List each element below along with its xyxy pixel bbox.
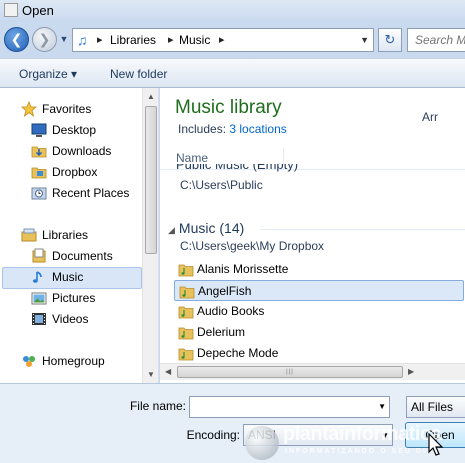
scrollbar-thumb[interactable]: |||: [177, 366, 403, 378]
music-folder-icon: [178, 327, 194, 340]
mouse-pointer-icon: [428, 433, 444, 456]
scroll-right-icon[interactable]: ▶: [408, 367, 414, 376]
scroll-up-icon[interactable]: ▲: [147, 92, 155, 101]
scroll-left-icon[interactable]: ◀: [165, 367, 171, 376]
locations-link[interactable]: 3 locations: [229, 122, 286, 136]
arrange-by-label[interactable]: Arr: [422, 110, 438, 124]
music-folder-icon: [178, 264, 194, 277]
music-folder-icon: [178, 306, 194, 319]
nav-label: Music: [52, 270, 84, 284]
list-item[interactable]: Alanis Morissette: [174, 259, 464, 280]
music-folder-path: C:\Users\geek\My Dropbox: [180, 239, 325, 253]
group-music-header[interactable]: ◢ Music (14): [168, 220, 244, 236]
encoding-label: Encoding:: [186, 428, 240, 442]
star-icon: [21, 101, 37, 117]
file-name-field[interactable]: [190, 397, 370, 417]
title-bar: Open: [0, 0, 465, 22]
breadcrumb-separator-icon[interactable]: ▸: [219, 32, 225, 48]
address-dropdown-icon[interactable]: ▼: [360, 32, 369, 48]
file-name: Alanis Morissette: [197, 262, 289, 276]
organize-button[interactable]: Organize ▾: [19, 67, 77, 81]
horizontal-scrollbar[interactable]: ◀ ||| ▶: [160, 363, 465, 380]
breadcrumb-separator-icon[interactable]: ▸: [97, 32, 103, 48]
list-item-selected[interactable]: AngelFish: [174, 280, 464, 301]
nav-label: Videos: [52, 312, 89, 326]
dialog-footer: File name: ▼ All Files Encoding: ANSI ▼ …: [0, 383, 465, 463]
music-note-icon: ♫: [77, 32, 88, 48]
dropbox-folder-icon: [31, 167, 47, 179]
window-icon: [4, 3, 18, 17]
recent-places-icon: [31, 187, 47, 200]
refresh-icon: ↻: [384, 32, 396, 47]
file-name-combo[interactable]: ▼: [189, 396, 390, 418]
address-bar[interactable]: ♫ ▸ Libraries ▸ Music ▸ ▼: [72, 28, 374, 52]
encoding-select[interactable]: ANSI ▼: [243, 424, 393, 446]
collapse-arrow-icon[interactable]: ◢: [168, 225, 175, 235]
music-folder-icon: [179, 286, 195, 299]
videos-icon: [32, 313, 46, 325]
forward-button[interactable]: ❯: [32, 27, 57, 52]
file-name-label: File name:: [129, 399, 186, 413]
library-title: Music library: [175, 97, 282, 118]
list-item[interactable]: Delerium: [174, 322, 464, 343]
scroll-down-icon[interactable]: ▼: [147, 370, 155, 379]
library-includes: Includes: 3 locations: [178, 122, 287, 136]
chevron-down-icon[interactable]: ▼: [381, 428, 389, 444]
desktop-icon: [31, 123, 47, 137]
address-row: ❮ ❯ ▼ ♫ ▸ Libraries ▸ Music ▸ ▼ ↻: [0, 22, 465, 58]
file-name: Audio Books: [197, 304, 265, 318]
encoding-value: ANSI: [248, 428, 277, 442]
back-arrow-icon: ❮: [10, 31, 23, 47]
group-music-title: Music (14): [178, 220, 245, 236]
file-name: AngelFish: [198, 284, 252, 298]
list-item[interactable]: Depeche Mode: [174, 343, 464, 364]
homegroup-icon: [23, 356, 35, 367]
nav-label: Desktop: [52, 123, 97, 137]
file-type-value: All Files: [411, 400, 454, 414]
navigation-pane: Favorites Desktop Downloads Dropbox Rece…: [0, 88, 159, 383]
nav-label: Downloads: [52, 144, 112, 158]
music-icon: [32, 271, 42, 283]
nav-label: Documents: [52, 249, 113, 263]
file-name: Depeche Mode: [197, 346, 279, 360]
nav-label: Pictures: [52, 291, 96, 305]
list-item[interactable]: Audio Books: [174, 301, 464, 322]
group-public-title: Public Music (Empty): [176, 164, 299, 172]
nav-label: Dropbox: [52, 165, 98, 179]
libraries-icon: [21, 228, 37, 242]
group-divider: [260, 229, 465, 230]
breadcrumb-music[interactable]: Music: [179, 32, 210, 48]
column-name-header[interactable]: Name: [176, 151, 208, 165]
chevron-down-icon[interactable]: ▼: [378, 399, 386, 415]
new-folder-button[interactable]: New folder: [110, 67, 167, 81]
breadcrumb-libraries[interactable]: Libraries: [110, 32, 156, 48]
breadcrumb-separator-icon[interactable]: ▸: [168, 32, 174, 48]
file-name: Delerium: [197, 325, 246, 339]
window-title: Open: [22, 3, 54, 18]
back-button[interactable]: ❮: [4, 27, 29, 52]
group-public-music[interactable]: Public Music (Empty): [176, 164, 356, 174]
search-box[interactable]: [407, 28, 465, 52]
pictures-icon: [31, 292, 47, 305]
command-bar: Organize ▾ New folder: [0, 58, 465, 88]
nav-label: Homegroup: [42, 354, 105, 368]
nav-label: Recent Places: [52, 186, 130, 200]
forward-arrow-icon: ❯: [38, 31, 51, 47]
nav-label: Libraries: [42, 228, 89, 242]
music-folder-icon: [178, 348, 194, 361]
public-music-path: C:\Users\Public: [180, 178, 263, 192]
includes-prefix: Includes:: [178, 122, 230, 136]
recent-pages-dropdown[interactable]: ▼: [59, 32, 69, 46]
nav-label: Favorites: [42, 102, 92, 116]
search-input[interactable]: [408, 29, 465, 51]
documents-icon: [32, 248, 46, 263]
file-list-pane: Music library Includes: 3 locations Arr …: [160, 88, 465, 383]
refresh-button[interactable]: ↻: [378, 28, 402, 52]
scrollbar-thumb[interactable]: [145, 106, 157, 254]
nav-vertical-scrollbar[interactable]: ▲ ▼: [142, 88, 158, 383]
file-type-select[interactable]: All Files: [406, 396, 465, 418]
downloads-folder-icon: [31, 146, 47, 158]
